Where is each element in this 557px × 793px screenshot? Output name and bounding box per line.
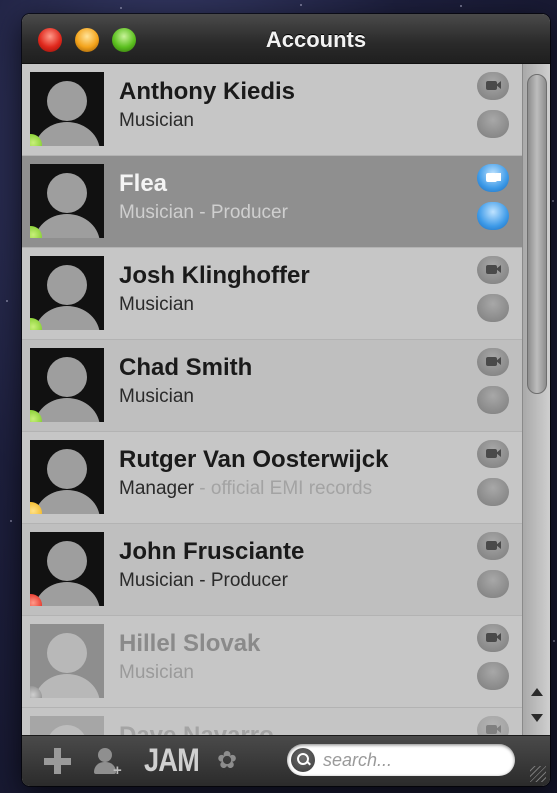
video-chat-icon[interactable]: [477, 256, 509, 284]
jam-button[interactable]: JAM: [144, 742, 200, 779]
contact-name: Hillel Slovak: [119, 630, 261, 657]
contact-name: Dave Navarro: [119, 722, 274, 735]
video-chat-icon[interactable]: [477, 440, 509, 468]
contact-row[interactable]: John Frusciante Musician - Producer: [22, 524, 522, 616]
bottom-toolbar: + JAM ✿: [22, 735, 550, 786]
video-chat-icon[interactable]: [477, 348, 509, 376]
video-chat-icon[interactable]: [477, 716, 509, 735]
text-chat-icon[interactable]: [477, 478, 509, 506]
accounts-window: Accounts Anthony Kiedis Musician Flea Mu…: [22, 14, 550, 786]
scrollbar[interactable]: [522, 64, 550, 735]
contact-role: Musician: [119, 386, 194, 407]
avatar: [30, 72, 104, 146]
contact-role: Musician: [119, 294, 194, 315]
text-chat-icon[interactable]: [477, 110, 509, 138]
search-icon[interactable]: [291, 748, 315, 772]
scroll-down-arrow-icon[interactable]: [531, 714, 543, 722]
contact-row[interactable]: Josh Klinghoffer Musician: [22, 248, 522, 340]
contact-role: Musician - Producer: [119, 202, 288, 223]
text-chat-icon[interactable]: [477, 662, 509, 690]
contact-row[interactable]: Anthony Kiedis Musician: [22, 64, 522, 156]
contact-name: Flea: [119, 170, 168, 197]
avatar: [30, 532, 104, 606]
avatar: [30, 348, 104, 422]
contact-row[interactable]: Hillel Slovak Musician: [22, 616, 522, 708]
video-chat-icon[interactable]: [477, 72, 509, 100]
contact-name: Josh Klinghoffer: [119, 262, 310, 289]
avatar: [30, 164, 104, 238]
avatar: [30, 256, 104, 330]
avatar: [30, 440, 104, 514]
text-chat-icon[interactable]: [477, 202, 509, 230]
video-chat-icon[interactable]: [477, 164, 509, 192]
contact-row[interactable]: Chad Smith Musician: [22, 340, 522, 432]
gear-icon[interactable]: ✿: [214, 748, 240, 774]
avatar: [30, 624, 104, 698]
title-bar[interactable]: Accounts: [22, 14, 550, 64]
scroll-thumb[interactable]: [527, 74, 547, 394]
contact-row[interactable]: Rutger Van Oosterwijck Manager - officia…: [22, 432, 522, 524]
window-title: Accounts: [265, 27, 367, 52]
video-chat-icon[interactable]: [477, 532, 509, 560]
contact-role: Musician: [119, 662, 194, 683]
video-chat-icon[interactable]: [477, 624, 509, 652]
text-chat-icon[interactable]: [477, 570, 509, 598]
contact-name: Rutger Van Oosterwijck: [119, 446, 389, 473]
contact-role: Musician - Producer: [119, 570, 288, 591]
text-chat-icon[interactable]: [477, 386, 509, 414]
search-field[interactable]: [287, 744, 515, 776]
contact-row[interactable]: Dave Navarro: [22, 708, 522, 735]
scroll-up-arrow-icon[interactable]: [531, 688, 543, 696]
add-user-icon[interactable]: +: [92, 746, 124, 779]
contact-name: John Frusciante: [119, 538, 305, 565]
contact-role-detail: - official EMI records: [194, 478, 373, 499]
contact-list[interactable]: Anthony Kiedis Musician Flea Musician - …: [22, 64, 522, 735]
contact-role: Manager - official EMI records: [119, 478, 373, 499]
contact-row[interactable]: Flea Musician - Producer: [22, 156, 522, 248]
search-input[interactable]: [323, 747, 508, 773]
avatar: [30, 716, 104, 735]
plus-icon[interactable]: [42, 746, 72, 776]
resize-grip-icon[interactable]: [530, 766, 546, 782]
contact-name: Chad Smith: [119, 354, 253, 381]
contact-name: Anthony Kiedis: [119, 78, 296, 105]
text-chat-icon[interactable]: [477, 294, 509, 322]
contact-role: Musician: [119, 110, 194, 131]
